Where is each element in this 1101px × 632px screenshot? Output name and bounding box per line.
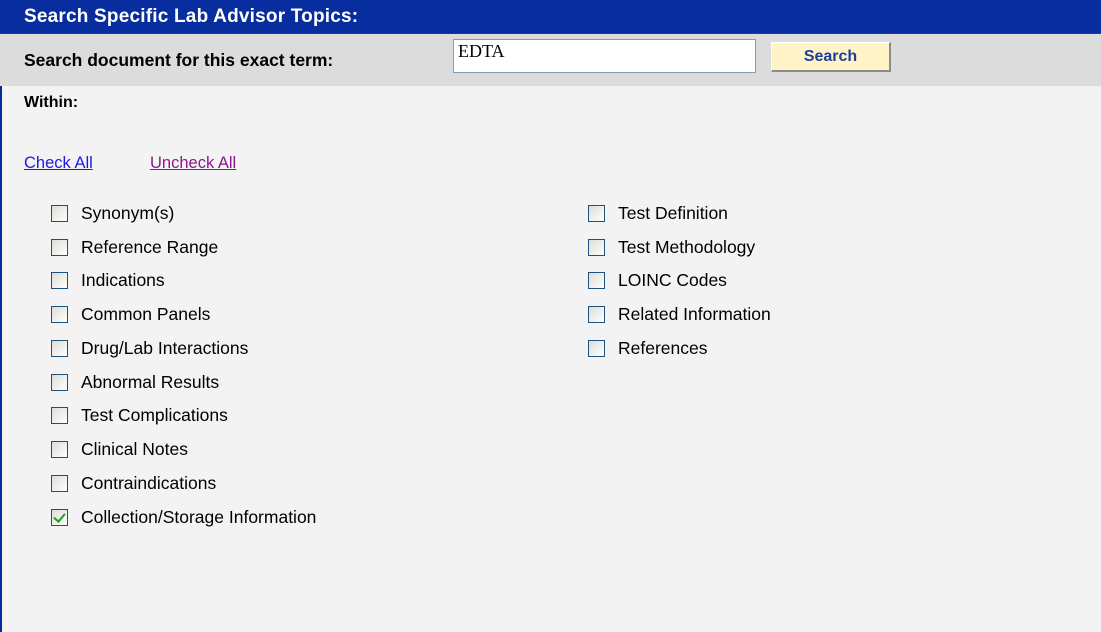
- checkbox[interactable]: [588, 339, 605, 357]
- checkbox[interactable]: [588, 204, 605, 222]
- option-abnormal-results[interactable]: Abnormal Results: [51, 370, 219, 394]
- checkbox[interactable]: [588, 305, 605, 323]
- option-loinc-codes[interactable]: LOINC Codes: [588, 268, 727, 292]
- checkbox[interactable]: [51, 440, 68, 458]
- checkbox[interactable]: [51, 474, 68, 492]
- option-indications[interactable]: Indications: [51, 268, 165, 292]
- option-label: Contraindications: [81, 472, 217, 493]
- checkbox[interactable]: [51, 339, 68, 357]
- option-label: Indications: [81, 269, 165, 290]
- search-panel: Search Specific Lab Advisor Topics: Sear…: [0, 0, 1101, 632]
- title-bar: Search Specific Lab Advisor Topics:: [0, 0, 1101, 34]
- search-button[interactable]: Search: [771, 42, 891, 72]
- checkbox[interactable]: [51, 204, 68, 222]
- option-related-information[interactable]: Related Information: [588, 302, 771, 326]
- option-test-complications[interactable]: Test Complications: [51, 403, 228, 427]
- option-collection-storage-information[interactable]: Collection/Storage Information: [51, 505, 316, 529]
- panel-title: Search Specific Lab Advisor Topics:: [24, 6, 359, 27]
- option-label: Test Definition: [618, 202, 728, 223]
- option-common-panels[interactable]: Common Panels: [51, 302, 210, 326]
- option-clinical-notes[interactable]: Clinical Notes: [51, 437, 188, 461]
- checkbox-checked[interactable]: [51, 508, 68, 526]
- search-term-input[interactable]: [453, 39, 756, 73]
- option-label: Drug/Lab Interactions: [81, 337, 249, 358]
- checkbox[interactable]: [588, 238, 605, 256]
- option-label: Collection/Storage Information: [81, 506, 317, 527]
- option-test-methodology[interactable]: Test Methodology: [588, 235, 755, 259]
- within-label: Within:: [24, 94, 79, 111]
- uncheck-all-link[interactable]: Uncheck All: [150, 154, 236, 173]
- check-all-link[interactable]: Check All: [24, 154, 93, 173]
- search-term-label: Search document for this exact term:: [24, 50, 334, 70]
- search-row: Search document for this exact term: Sea…: [0, 34, 1101, 86]
- option-synonyms[interactable]: Synonym(s): [51, 201, 174, 225]
- checkbox[interactable]: [51, 305, 68, 323]
- option-label: Test Complications: [81, 404, 228, 425]
- option-label: Common Panels: [81, 303, 211, 324]
- option-label: Clinical Notes: [81, 438, 188, 459]
- option-label: Reference Range: [81, 236, 219, 257]
- checkbox[interactable]: [588, 271, 605, 289]
- option-test-definition[interactable]: Test Definition: [588, 201, 728, 225]
- option-references[interactable]: References: [588, 336, 708, 360]
- option-contraindications[interactable]: Contraindications: [51, 471, 216, 495]
- option-label: Related Information: [618, 303, 771, 324]
- option-label: Test Methodology: [618, 236, 756, 257]
- option-reference-range[interactable]: Reference Range: [51, 235, 218, 259]
- checkbox[interactable]: [51, 271, 68, 289]
- panel-left-border: [0, 34, 2, 632]
- option-drug-lab-interactions[interactable]: Drug/Lab Interactions: [51, 336, 248, 360]
- checkbox[interactable]: [51, 406, 68, 424]
- option-label: References: [618, 337, 708, 358]
- checkbox[interactable]: [51, 373, 68, 391]
- option-label: LOINC Codes: [618, 269, 727, 290]
- option-label: Abnormal Results: [81, 371, 220, 392]
- checkbox[interactable]: [51, 238, 68, 256]
- option-label: Synonym(s): [81, 202, 175, 223]
